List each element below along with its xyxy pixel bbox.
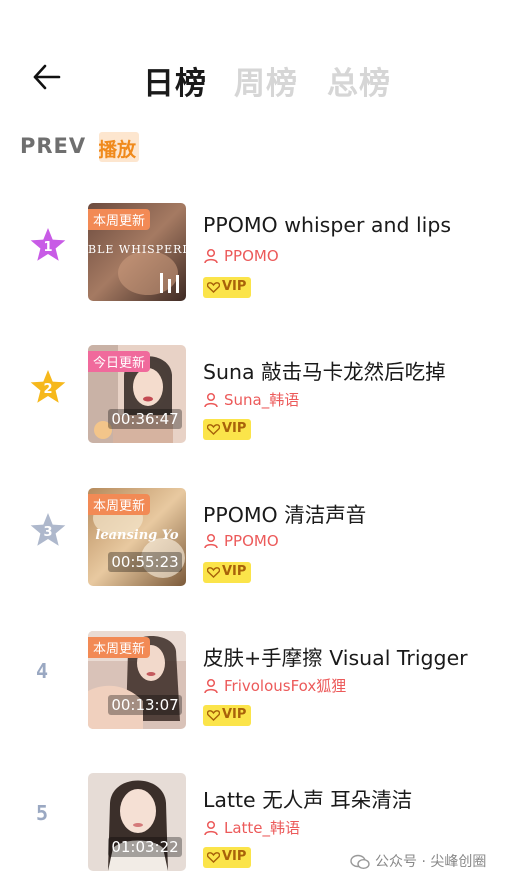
vip-label: VIP: [222, 279, 247, 294]
rank-number: 2: [43, 382, 52, 397]
list-item[interactable]: 3 leansing Yo 本周更新 00:55:23 PPOMO 清洁声音 P…: [0, 480, 516, 590]
user-icon: [204, 248, 218, 264]
video-thumbnail[interactable]: leansing Yo 本周更新 00:55:23: [88, 488, 186, 586]
rank-number: 1: [43, 240, 52, 255]
rank-number: 3: [43, 525, 52, 540]
tab-all-time[interactable]: 总榜: [327, 58, 391, 103]
vip-badge: VIP: [203, 277, 251, 298]
watermark: 公众号 · 尖峰创圈: [350, 851, 486, 871]
user-icon: [204, 533, 218, 549]
item-title: Latte 无人声 耳朵清洁: [203, 788, 413, 812]
update-badge: 本周更新: [88, 209, 151, 230]
list-item[interactable]: 1 BLE WHISPERING 本周更新 PP: [0, 195, 516, 305]
vip-label: VIP: [222, 707, 247, 722]
author-name: PPOMO: [224, 247, 279, 265]
item-title: PPOMO whisper and lips: [203, 213, 452, 237]
user-icon: [204, 820, 218, 836]
item-author[interactable]: PPOMO: [203, 247, 279, 265]
author-name: Latte_韩语: [224, 819, 301, 837]
item-author[interactable]: Suna_韩语: [203, 389, 299, 410]
thumbnail-caption: leansing Yo: [95, 528, 179, 543]
heart-icon: [207, 852, 220, 863]
item-author[interactable]: Latte_韩语: [203, 817, 300, 838]
top-bar: 日榜 周榜 总榜: [0, 0, 516, 140]
item-author[interactable]: FrivolousFox狐狸: [203, 675, 346, 696]
update-badge: 今日更新: [88, 351, 151, 372]
update-badge: 本周更新: [88, 494, 151, 515]
tab-weekly[interactable]: 周榜: [234, 58, 298, 103]
vip-label: VIP: [222, 849, 247, 864]
author-name: Suna_韩语: [224, 391, 300, 409]
item-title: Suna 敲击马卡龙然后吃掉: [203, 360, 446, 384]
author-name: PPOMO: [224, 532, 279, 550]
author-name: FrivolousFox狐狸: [224, 677, 347, 695]
vip-label: VIP: [222, 421, 247, 436]
rank-star-icon: 2: [28, 367, 68, 407]
heart-icon: [207, 567, 220, 578]
video-duration: 01:03:22: [108, 837, 182, 857]
play-all-label: 播放: [99, 139, 136, 161]
back-arrow-icon[interactable]: [28, 57, 68, 97]
vip-badge: VIP: [203, 562, 251, 583]
heart-icon: [207, 710, 220, 721]
video-duration: 00:55:23: [108, 552, 182, 572]
wechat-icon: [350, 854, 370, 870]
vip-badge: VIP: [203, 705, 251, 726]
user-icon: [204, 678, 218, 694]
play-all-button[interactable]: 播放: [99, 132, 139, 162]
thumbnail-caption: BLE WHISPERING: [88, 243, 186, 256]
user-icon: [204, 392, 218, 408]
item-author[interactable]: PPOMO: [203, 532, 279, 550]
rank-star-icon: 3: [28, 510, 68, 550]
heart-icon: [207, 424, 220, 435]
heart-icon: [207, 282, 220, 293]
watermark-text: 公众号 · 尖峰创圈: [375, 854, 487, 870]
video-duration: 00:13:07: [108, 695, 182, 715]
video-thumbnail[interactable]: 今日更新 00:36:47: [88, 345, 186, 443]
list-item[interactable]: 2 今日更新 00:36:47 Suna 敲击马卡龙然后吃掉 Suna_韩语 V…: [0, 337, 516, 447]
rank-star-icon: 1: [28, 225, 68, 265]
prev-label: PREV: [20, 134, 87, 158]
item-title: 皮肤+手摩擦 Visual Trigger: [203, 646, 468, 670]
list-item[interactable]: 4 本周更新 00:13:07 皮肤+手摩擦 Visual Trigger Fr…: [0, 623, 516, 733]
video-thumbnail[interactable]: 本周更新 00:13:07: [88, 631, 186, 729]
video-thumbnail[interactable]: BLE WHISPERING 本周更新: [88, 203, 186, 301]
vip-label: VIP: [222, 564, 247, 579]
vip-badge: VIP: [203, 847, 251, 868]
video-duration: 00:36:47: [108, 409, 182, 429]
vip-badge: VIP: [203, 419, 251, 440]
update-badge: 本周更新: [88, 637, 151, 658]
item-title: PPOMO 清洁声音: [203, 503, 367, 527]
video-thumbnail[interactable]: 01:03:22: [88, 773, 186, 871]
rank-number: 4: [36, 659, 49, 683]
rank-number: 5: [36, 801, 49, 825]
tab-daily[interactable]: 日榜: [143, 58, 207, 103]
